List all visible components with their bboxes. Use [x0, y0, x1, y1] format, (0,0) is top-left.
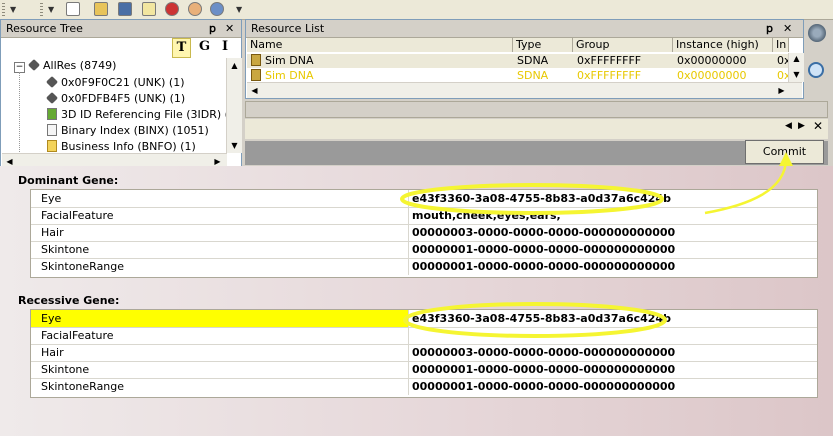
annotation-arrow [704, 159, 788, 215]
annotation-overlay [400, 152, 793, 338]
annotation-arrowhead [779, 152, 793, 166]
annotation-ellipse-dominant [400, 183, 664, 215]
annotation-ellipse-recessive [403, 302, 667, 338]
